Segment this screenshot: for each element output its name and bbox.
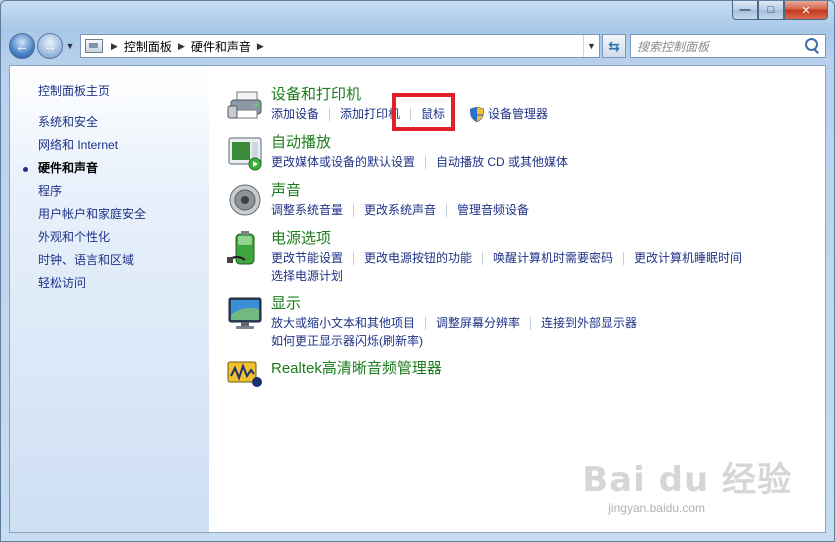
uac-shield-icon [469,106,485,122]
printer-icon[interactable] [227,86,265,124]
back-button[interactable]: ← [9,33,35,59]
link-change-power-button[interactable]: 更改电源按钮的功能 [364,249,472,267]
search-icon[interactable] [803,37,821,55]
content-area: 控制面板主页 系统和安全 网络和 Internet 硬件和声音 程序 用户帐户和… [9,65,826,533]
window: — □ ✕ ← → ▼ ▶ 控制面板 ▶ 硬件和声音 ▶ ▼ ⇆ 搜索控制面板 [0,0,835,542]
category-display: 显示 放大或缩小文本和其他项目 调整屏幕分辨率 连接到外部显示器 如何更正显示器… [227,295,825,350]
breadcrumb-hardware-sound[interactable]: 硬件和声音 [191,38,251,55]
category-title[interactable]: 自动播放 [271,134,825,152]
breadcrumb-separator-icon[interactable]: ▶ [257,41,264,52]
realtek-audio-icon[interactable] [227,360,265,388]
category-title[interactable]: 设备和打印机 [271,86,825,104]
category-title[interactable]: 声音 [271,182,825,200]
autoplay-icon[interactable] [227,134,265,172]
sidebar-item-system-security[interactable]: 系统和安全 [38,111,209,134]
sidebar-item-network[interactable]: 网络和 Internet [38,134,209,157]
category-sound: 声音 调整系统音量 更改系统声音 管理音频设备 [227,182,825,220]
link-choose-power-plan[interactable]: 选择电源计划 [271,267,343,285]
link-zoom-text[interactable]: 放大或缩小文本和其他项目 [271,314,415,332]
refresh-button[interactable]: ⇆ [602,34,626,58]
link-autoplay-cd[interactable]: 自动播放 CD 或其他媒体 [436,153,568,171]
speaker-icon[interactable] [227,182,265,220]
navigation-bar: ← → ▼ ▶ 控制面板 ▶ 硬件和声音 ▶ ▼ ⇆ 搜索控制面板 [9,31,826,61]
link-connect-external-display[interactable]: 连接到外部显示器 [541,314,637,332]
sidebar-item-appearance[interactable]: 外观和个性化 [38,226,209,249]
category-realtek-audio: Realtek高清晰音频管理器 [227,360,825,388]
control-panel-icon [85,39,103,53]
close-button[interactable]: ✕ [784,1,828,20]
category-power-options: 电源选项 更改节能设置 更改电源按钮的功能 唤醒计算机时需要密码 更改计算机睡眠… [227,230,825,285]
breadcrumb-separator-icon[interactable]: ▶ [178,41,185,52]
monitor-icon[interactable] [227,295,265,333]
link-adjust-resolution[interactable]: 调整屏幕分辨率 [436,314,520,332]
search-input[interactable]: 搜索控制面板 [637,38,803,55]
address-bar[interactable]: ▶ 控制面板 ▶ 硬件和声音 ▶ ▼ [80,34,600,58]
back-arrow-icon: ← [15,38,29,54]
category-devices-printers: 设备和打印机 添加设备 添加打印机 鼠标 设备管理器 [227,86,825,124]
recent-pages-dropdown[interactable]: ▼ [64,41,76,51]
forward-button[interactable]: → [37,33,63,59]
sidebar: 控制面板主页 系统和安全 网络和 Internet 硬件和声音 程序 用户帐户和… [10,66,209,532]
sidebar-item-home[interactable]: 控制面板主页 [38,80,209,103]
link-change-sleep-time[interactable]: 更改计算机睡眠时间 [634,249,742,267]
link-device-manager[interactable]: 设备管理器 [488,105,548,123]
caption-buttons: — □ ✕ [732,1,828,21]
category-title[interactable]: Realtek高清晰音频管理器 [271,360,825,378]
link-manage-audio-devices[interactable]: 管理音频设备 [457,201,529,219]
link-require-password-wake[interactable]: 唤醒计算机时需要密码 [493,249,613,267]
category-autoplay: 自动播放 更改媒体或设备的默认设置 自动播放 CD 或其他媒体 [227,134,825,172]
active-bullet-icon [23,167,28,172]
link-mouse[interactable]: 鼠标 [421,105,445,123]
link-change-system-sounds[interactable]: 更改系统声音 [364,201,436,219]
link-add-device[interactable]: 添加设备 [271,105,319,123]
forward-arrow-icon: → [43,38,57,54]
main-panel: 设备和打印机 添加设备 添加打印机 鼠标 设备管理器 自动播放 更改媒体或设备的… [209,66,825,532]
minimize-button[interactable]: — [732,1,758,20]
sidebar-item-label: 硬件和声音 [38,161,99,175]
link-add-printer[interactable]: 添加打印机 [340,105,400,123]
link-change-power-saving[interactable]: 更改节能设置 [271,249,343,267]
link-fix-flicker[interactable]: 如何更正显示器闪烁(刷新率) [271,332,423,350]
sidebar-item-programs[interactable]: 程序 [38,180,209,203]
breadcrumb-separator-icon[interactable]: ▶ [111,41,118,52]
breadcrumb-control-panel[interactable]: 控制面板 [124,38,172,55]
sidebar-item-hardware-sound[interactable]: 硬件和声音 [23,157,209,180]
maximize-button[interactable]: □ [758,1,784,20]
category-title[interactable]: 显示 [271,295,825,313]
category-title[interactable]: 电源选项 [271,230,825,248]
refresh-icon: ⇆ [608,37,620,54]
address-dropdown-icon[interactable]: ▼ [583,35,599,57]
link-adjust-volume[interactable]: 调整系统音量 [271,201,343,219]
battery-icon[interactable] [227,230,265,268]
sidebar-item-user-accounts[interactable]: 用户帐户和家庭安全 [38,203,209,226]
sidebar-item-ease-of-access[interactable]: 轻松访问 [38,272,209,295]
link-change-media-defaults[interactable]: 更改媒体或设备的默认设置 [271,153,415,171]
search-box[interactable]: 搜索控制面板 [630,34,826,58]
sidebar-item-clock-language[interactable]: 时钟、语言和区域 [38,249,209,272]
